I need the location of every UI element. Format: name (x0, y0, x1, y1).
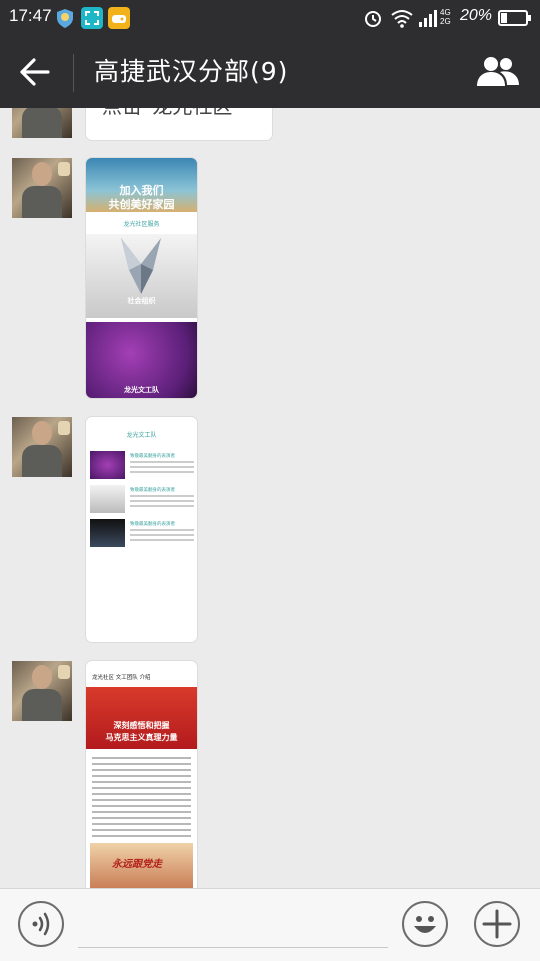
message-input[interactable] (78, 947, 388, 948)
list-item: 致敬最美翻身的表演者 (86, 519, 197, 551)
image-message-card-article[interactable]: 龙光社区 文工团队 介绍 深刻感悟和把握 马克思主义真理力量 永远跟党走 (86, 661, 197, 888)
message-text: 点击“龙光社区” (102, 108, 243, 119)
game-app-icon (108, 7, 130, 29)
article-text (92, 757, 191, 837)
feather-image: 龙光文工队 (86, 322, 197, 398)
arrow-left-icon[interactable] (18, 56, 54, 88)
item-title: 致敬最美翻身的表演者 (130, 488, 175, 493)
image-caption: 社会组织 (127, 297, 156, 305)
emoji-icon[interactable] (402, 901, 448, 947)
avatar[interactable] (12, 108, 72, 138)
banner-line2: 马克思主义真理力量 (105, 733, 178, 742)
image-caption: 龙光文工队 (124, 386, 159, 394)
list-item: 致敬最美翻身的表演者 (86, 451, 197, 483)
avatar[interactable] (12, 158, 72, 218)
item-title: 致敬最美翻身的表演者 (130, 522, 175, 527)
article-banner: 深刻感悟和把握 马克思主义真理力量 (86, 687, 197, 749)
title-bar: 高捷武汉分部(9) (0, 36, 540, 108)
input-bar (0, 888, 540, 961)
chat-title: 高捷武汉分部(9) (94, 57, 289, 86)
message-bubble[interactable]: 点击“龙光社区” (86, 108, 272, 140)
image-caption: 永远跟党走 (112, 859, 162, 870)
card-heading-line2: 共创美好家园 (108, 198, 175, 211)
image-message-card-join[interactable]: 加入我们 共创美好家园 龙光社区服务 社会组织 龙光文工队 (86, 158, 197, 398)
status-time: 17:47 (9, 6, 52, 25)
article-image: 永远跟党走 (90, 843, 193, 888)
avatar[interactable] (12, 661, 72, 721)
thumbnail (90, 519, 125, 547)
shield-app-icon (54, 7, 76, 29)
article-header: 龙光社区 文工团队 介绍 (92, 675, 151, 681)
battery-percent: 20% (460, 7, 493, 24)
voice-input-icon[interactable] (18, 901, 64, 947)
signal-icon (418, 8, 440, 32)
thumbnail (90, 451, 125, 479)
battery-icon (498, 10, 532, 30)
item-summary (130, 529, 194, 541)
scan-app-icon (81, 7, 103, 29)
logo-text: 龙光文工队 (126, 431, 157, 439)
image-message-card-list[interactable]: 龙光文工队 致敬最美翻身的表演者 致敬最美翻身的表演者 致敬最美翻身的表演者 (86, 417, 197, 642)
plus-icon[interactable] (474, 901, 520, 947)
alarm-icon (362, 7, 384, 33)
divider (73, 54, 74, 92)
card-logo: 龙光文工队 (86, 417, 197, 451)
card-logo: 龙光社区服务 (86, 212, 197, 234)
item-title: 致敬最美翻身的表演者 (130, 454, 175, 459)
origami-image: 社会组织 (86, 234, 197, 318)
logo-text: 龙光社区服务 (123, 220, 160, 228)
group-members-icon[interactable] (476, 54, 520, 88)
wifi-icon (390, 7, 414, 33)
avatar[interactable] (12, 417, 72, 477)
chat-area[interactable]: 点击“龙光社区” 加入我们 共创美好家园 龙光社区服务 社会组织 龙光文工队 龙… (0, 108, 540, 888)
banner-line1: 深刻感悟和把握 (113, 721, 170, 730)
thumbnail (90, 485, 125, 513)
list-item: 致敬最美翻身的表演者 (86, 485, 197, 517)
card-banner: 加入我们 共创美好家园 (86, 158, 197, 212)
network-type: 4G 2G (440, 8, 451, 26)
item-summary (130, 461, 194, 473)
status-bar: 17:47 4G 2G 20% (0, 0, 540, 36)
item-summary (130, 495, 194, 507)
